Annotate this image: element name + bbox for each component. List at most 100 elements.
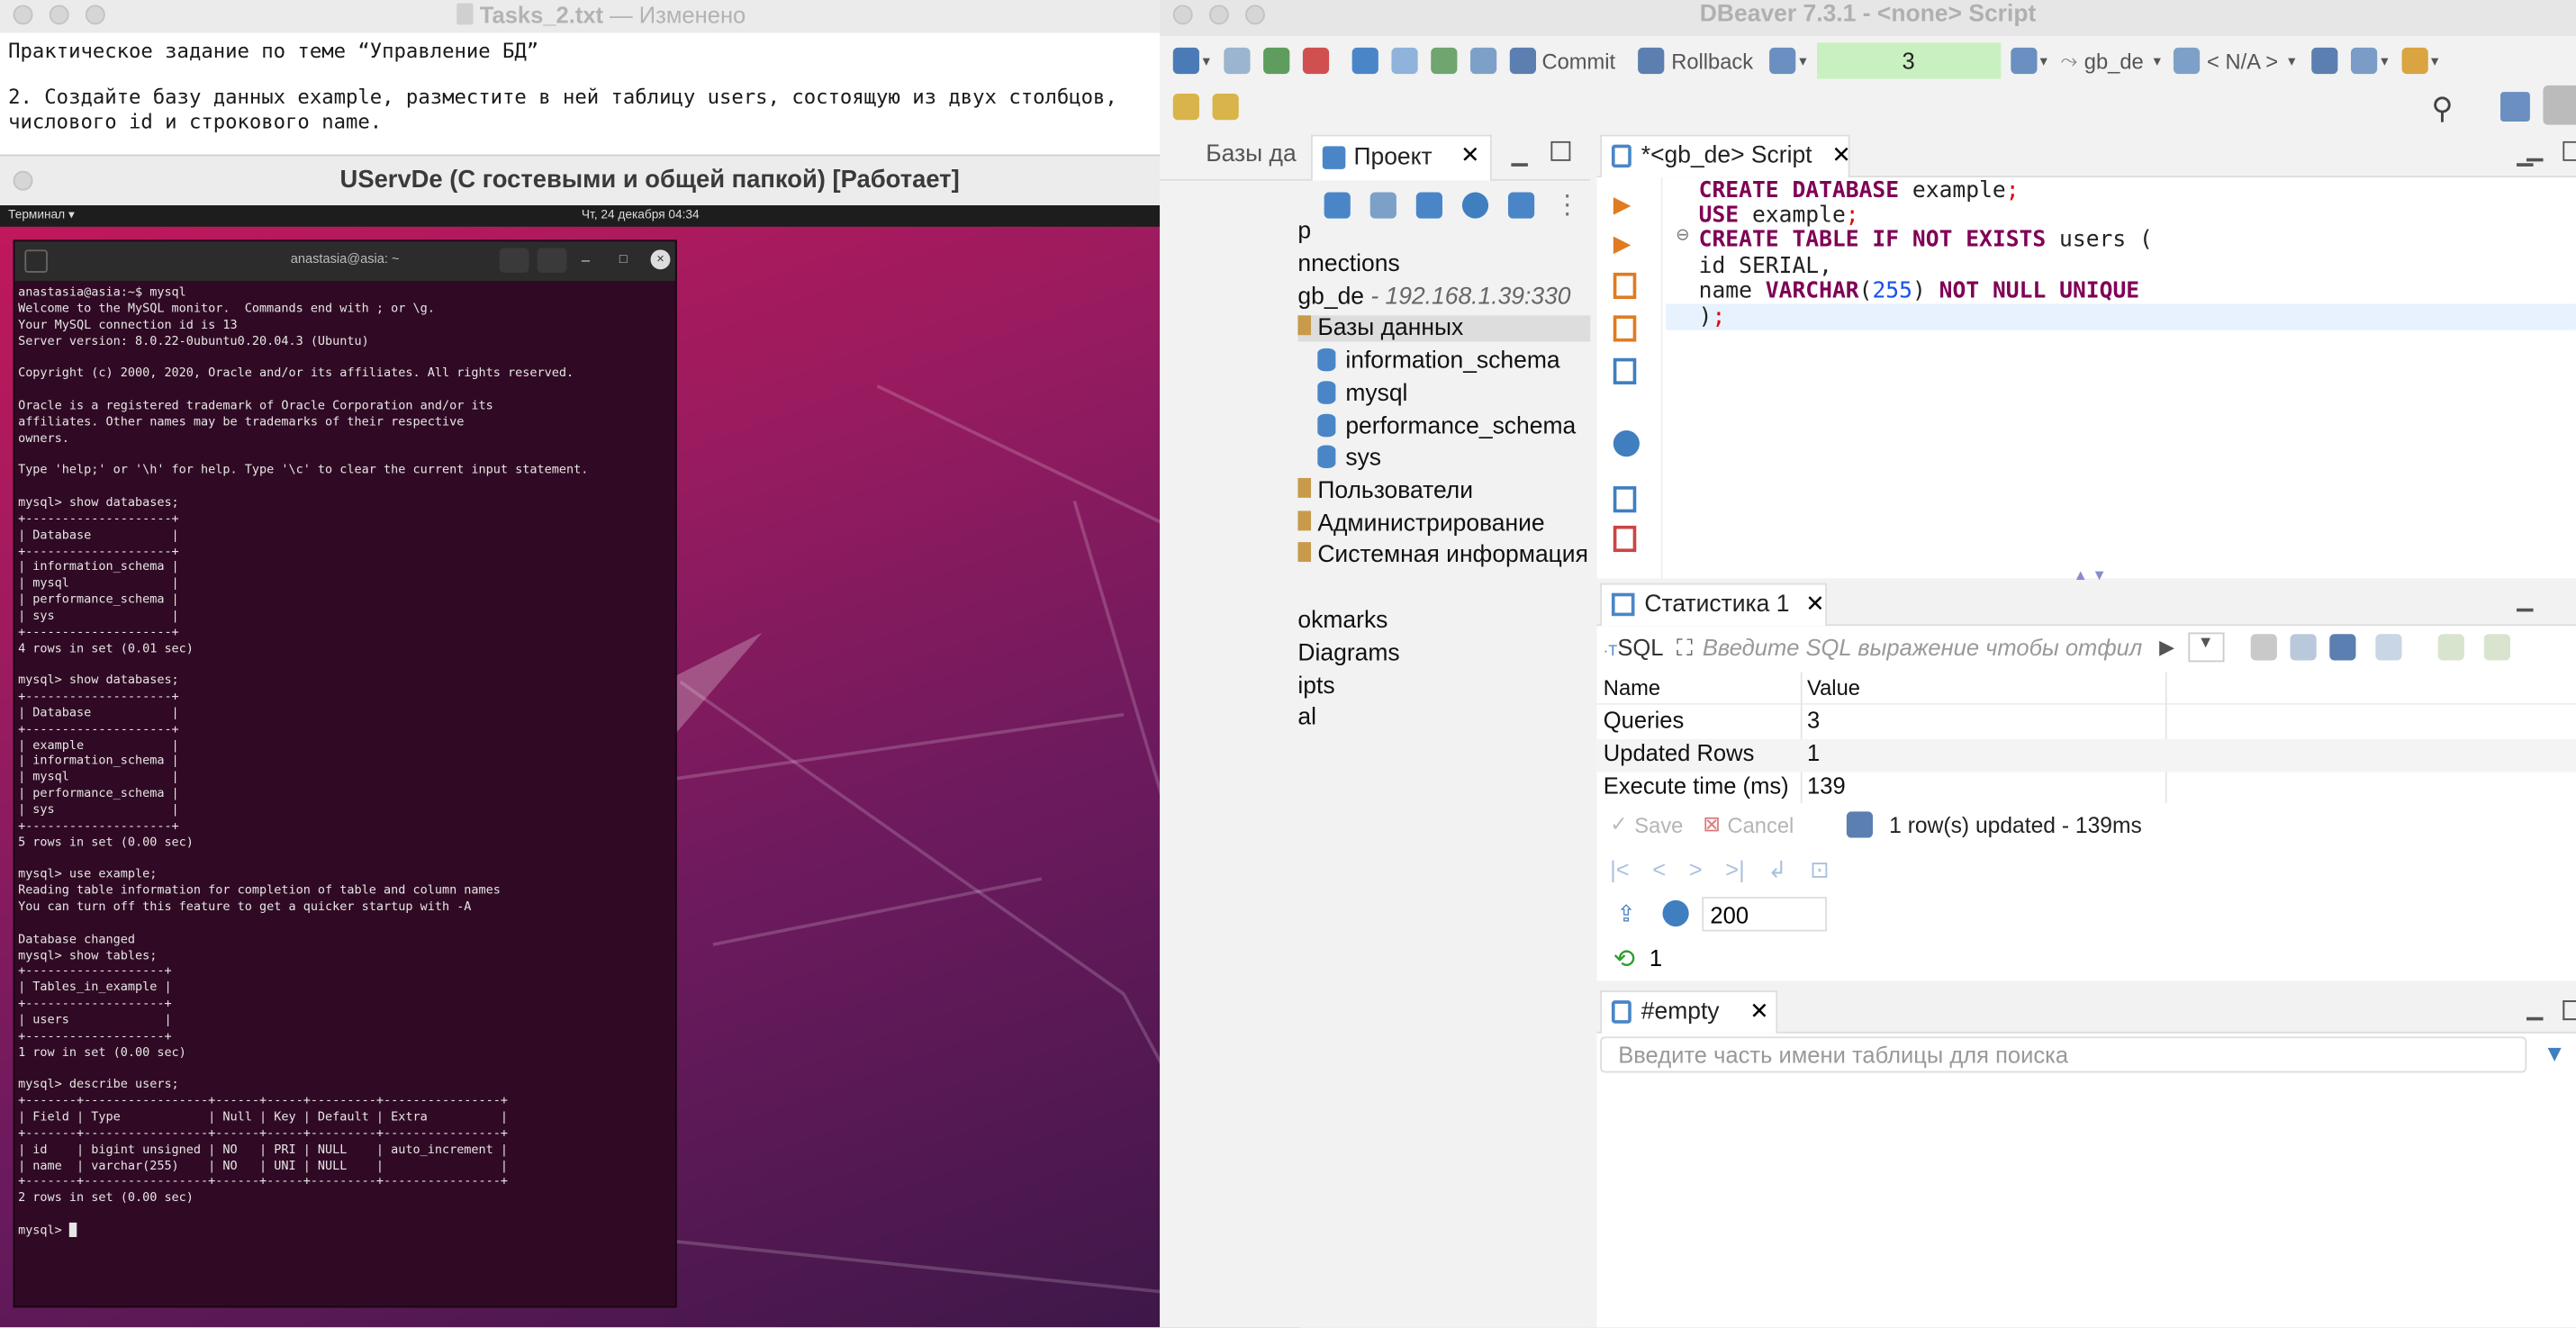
sql-line-6[interactable]: ); <box>1699 304 1726 330</box>
tree-item[interactable]: p <box>1297 219 1311 245</box>
refresh-icon[interactable] <box>1507 192 1535 219</box>
explain-plan-icon[interactable] <box>1613 357 1637 384</box>
link-icon[interactable] <box>1415 192 1442 219</box>
activities-menu[interactable]: Терминал ▾ <box>8 207 75 221</box>
tab-statistics[interactable]: Статистика 1 ✕ <box>1600 583 1827 627</box>
sql-toggle[interactable]: ·TSQL <box>1604 634 1664 660</box>
fold-toggle-icon[interactable]: ⊖ <box>1676 227 1689 245</box>
table-row[interactable]: Queries 3 <box>1597 707 2576 739</box>
next-page-icon[interactable]: > <box>1689 856 1703 884</box>
settings-icon[interactable] <box>1662 899 1689 927</box>
close-window-button[interactable] <box>13 5 33 25</box>
back-icon[interactable] <box>1172 94 1199 121</box>
tree-item-bookmarks[interactable]: okmarks <box>1297 608 1387 634</box>
back-results-icon[interactable] <box>2436 634 2464 661</box>
tree-item-diagrams[interactable]: Diagrams <box>1297 641 1399 667</box>
maximize-icon[interactable] <box>2562 1000 2576 1021</box>
error-log-icon[interactable] <box>1613 525 1637 553</box>
minimize-icon[interactable]: ▁ <box>2517 586 2533 612</box>
close-icon[interactable]: ✕ <box>1831 141 1850 169</box>
more-icon[interactable]: ⋮ <box>1554 189 1580 221</box>
resize-arrows-icon[interactable]: ▲ ▼ <box>2074 566 2107 583</box>
maximize-icon[interactable]: □ <box>619 251 628 266</box>
execute-new-tab-icon[interactable]: ▶ <box>1613 230 1631 257</box>
rollback-icon[interactable] <box>1638 47 1665 75</box>
export-icon[interactable] <box>1613 486 1637 513</box>
new-connection-icon[interactable] <box>1172 47 1199 75</box>
filter-icon[interactable]: ▼ <box>2543 1040 2565 1066</box>
tree-item-database[interactable]: performance_schema <box>1317 413 1576 440</box>
disconnect-icon[interactable] <box>1302 47 1329 75</box>
column-header[interactable]: Value <box>1807 675 1860 700</box>
tree-item-connections[interactable]: nnections <box>1297 251 1399 277</box>
clear-filter-icon[interactable] <box>2249 634 2277 661</box>
filter-input[interactable]: Введите SQL выражение чтобы отфил <box>1703 634 2147 660</box>
zoom-window-button[interactable] <box>85 5 105 25</box>
new-folder-icon[interactable] <box>1324 192 1351 219</box>
filter-settings-icon[interactable] <box>2328 634 2355 661</box>
tab-empty[interactable]: #empty ✕ <box>1600 990 1778 1034</box>
minimize-icon[interactable]: – <box>582 251 590 267</box>
perspective-icon[interactable] <box>2543 85 2576 125</box>
tree-item-connection[interactable]: gb_de - 192.168.1.39:330 <box>1297 285 1570 311</box>
transaction-count[interactable]: 3 <box>1816 42 2001 79</box>
sql-line-3[interactable]: CREATE TABLE IF NOT EXISTS users ( <box>1699 227 2153 253</box>
table-search-input[interactable]: Введите часть имени таблицы для поиска <box>1600 1036 2527 1073</box>
close-icon[interactable]: ✕ <box>1805 590 1824 618</box>
first-page-icon[interactable]: |< <box>1610 856 1630 884</box>
tab-sql-script[interactable]: *<gb_de> Script ✕ <box>1600 134 1851 178</box>
tree-item-other[interactable]: al <box>1297 705 1316 731</box>
tree-item-database[interactable]: information_schema <box>1317 348 1560 375</box>
find-icon[interactable] <box>1469 47 1496 75</box>
dashboard-icon[interactable] <box>2311 47 2338 75</box>
table-row[interactable]: Execute time (ms) 139 <box>1597 772 2576 805</box>
refresh-icon[interactable]: ⟲ <box>1613 943 1635 975</box>
configure-icon[interactable] <box>1461 192 1489 219</box>
filter-icon[interactable] <box>2289 634 2316 661</box>
open-script-icon[interactable] <box>1430 47 1457 75</box>
close-icon[interactable]: × <box>650 249 671 270</box>
wand-icon[interactable] <box>2401 47 2428 75</box>
new-script-icon[interactable] <box>1390 47 1417 75</box>
reconnect-icon[interactable] <box>1262 47 1289 75</box>
last-page-icon[interactable]: >| <box>1725 856 1745 884</box>
terminal-output[interactable]: anastasia@asia:~$ mysql Welcome to the M… <box>18 285 588 1239</box>
forward-icon[interactable] <box>1212 94 1239 121</box>
transaction-mode-icon[interactable] <box>1769 47 1796 75</box>
tools-icon[interactable] <box>2351 47 2378 75</box>
history-icon[interactable] <box>2010 47 2037 75</box>
tree-item-databases[interactable]: Базы данных <box>1297 315 1591 342</box>
column-header[interactable]: Name <box>1604 675 1660 700</box>
tab-database-navigator[interactable]: Базы да <box>1206 141 1296 167</box>
search-icon[interactable]: ⚲ <box>2431 92 2453 126</box>
close-icon[interactable]: ✕ <box>1749 998 1768 1025</box>
menu-icon[interactable] <box>537 248 567 273</box>
refresh-results-icon[interactable] <box>2374 634 2401 661</box>
expand-icon[interactable]: ⛶ <box>1677 633 1693 661</box>
tree-item-database[interactable]: mysql <box>1317 381 1407 408</box>
execute-script-icon[interactable] <box>1613 272 1637 300</box>
clock[interactable]: Чт, 24 декабря 04:34 <box>582 207 700 221</box>
settings-icon[interactable] <box>1613 430 1640 457</box>
sql-editor-icon[interactable] <box>1351 47 1378 75</box>
save-button[interactable]: Save <box>1634 812 1683 836</box>
sql-line-4[interactable]: id SERIAL, <box>1699 253 1832 279</box>
minimize-icon[interactable]: ▁ <box>2517 141 2533 167</box>
sql-line-2[interactable]: USE example; <box>1699 202 1859 228</box>
execute-script-tabs-icon[interactable] <box>1613 315 1637 342</box>
datasource-selector[interactable]: gb_de <box>2084 49 2144 73</box>
collapse-icon[interactable] <box>1369 192 1396 219</box>
table-row[interactable]: Updated Rows 1 <box>1596 739 2576 772</box>
terminal-window[interactable]: anastasia@asia: ~ – □ × anastasia@asia:~… <box>13 239 677 1308</box>
commit-button[interactable]: Commit <box>1541 49 1615 73</box>
close-icon[interactable]: ✕ <box>1460 141 1479 169</box>
tab-project[interactable]: Проект ✕ <box>1311 134 1492 181</box>
fetch-next-icon[interactable]: ↲ <box>1767 856 1786 884</box>
prev-page-icon[interactable]: < <box>1652 856 1666 884</box>
rollback-button[interactable]: Rollback <box>1671 49 1753 73</box>
execute-statement-icon[interactable]: ▶ <box>1613 191 1631 219</box>
fetch-size-input[interactable]: 200 <box>1702 897 1827 932</box>
sql-line-5[interactable]: name VARCHAR(255) NOT NULL UNIQUE <box>1699 277 2139 303</box>
tree-item-system-info[interactable]: Системная информация <box>1297 542 1588 568</box>
forward-results-icon[interactable] <box>2482 634 2510 661</box>
